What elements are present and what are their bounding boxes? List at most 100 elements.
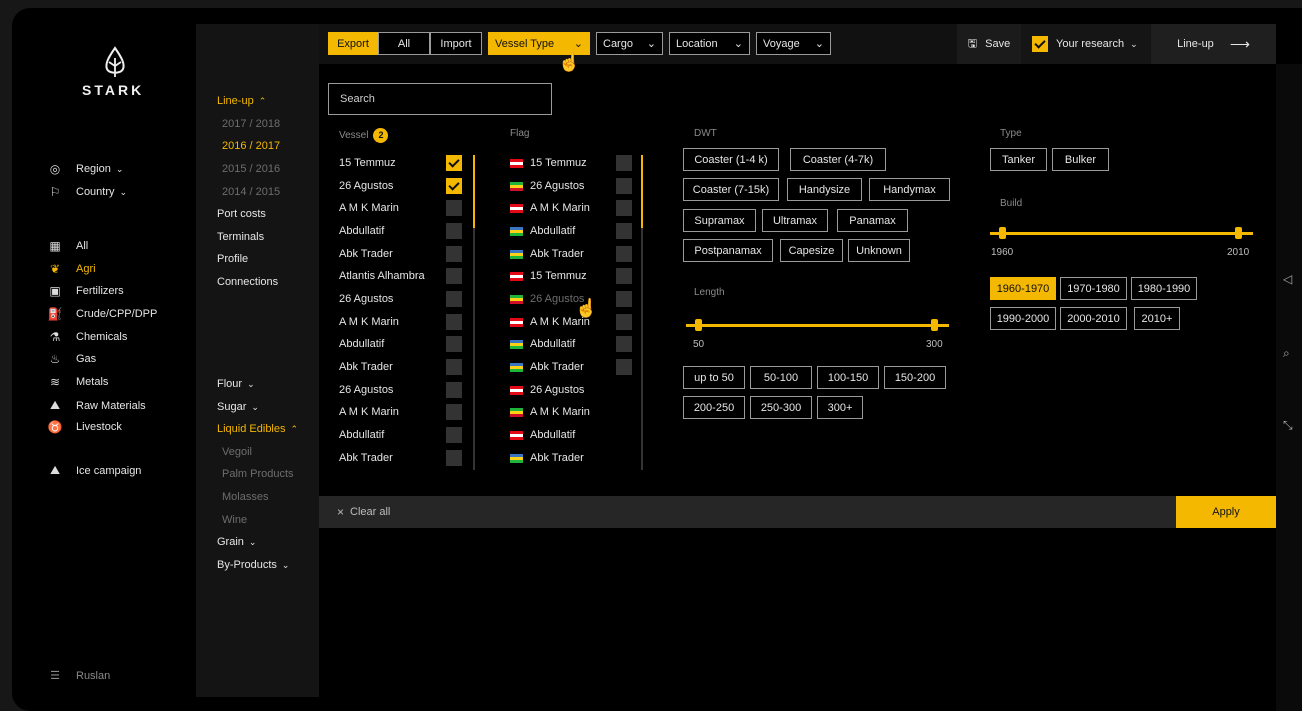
- cargo-dropdown[interactable]: Cargo ⌄: [596, 32, 663, 55]
- flag-checkbox[interactable]: [616, 359, 632, 375]
- vessel-item[interactable]: Abk Trader: [339, 245, 393, 263]
- subnav-vegoil[interactable]: Vegoil: [222, 446, 252, 458]
- flag-checkbox[interactable]: [616, 268, 632, 284]
- dwt-chip[interactable]: Coaster (1-4 k): [683, 148, 779, 171]
- build-chip-selected[interactable]: 1960-1970: [990, 277, 1056, 300]
- flag-scrollbar-thumb[interactable]: [641, 155, 643, 228]
- subnav-liquid-edibles[interactable]: Liquid Edibles ⌃: [217, 423, 298, 435]
- build-slider-track[interactable]: [990, 232, 1253, 235]
- your-research-dropdown[interactable]: Your research ⌄: [1021, 24, 1151, 64]
- length-slider-min-handle[interactable]: [695, 319, 702, 331]
- vessel-checkbox[interactable]: [446, 268, 462, 284]
- sidebar-item-all[interactable]: ▦ All: [46, 239, 88, 253]
- country-filter[interactable]: ⚐ Country ⌄: [46, 185, 127, 199]
- vessel-item[interactable]: 26 Agustos: [339, 177, 393, 195]
- vessel-item[interactable]: 26 Agustos: [339, 381, 393, 399]
- build-slider-max-handle[interactable]: [1235, 227, 1242, 239]
- flag-checkbox[interactable]: [616, 200, 632, 216]
- vessel-item[interactable]: Abk Trader: [339, 449, 393, 467]
- sidebar-item-ice-campaign[interactable]: ⛰ Ice campaign: [46, 463, 141, 478]
- flag-checkbox[interactable]: [616, 336, 632, 352]
- vessel-checkbox[interactable]: [446, 291, 462, 307]
- dwt-chip[interactable]: Coaster (7-15k): [683, 178, 779, 201]
- flag-item[interactable]: 15 Temmuz: [510, 154, 587, 172]
- vessel-checkbox[interactable]: [446, 314, 462, 330]
- vessel-item[interactable]: Abdullatif: [339, 426, 384, 444]
- sidebar-item-agri[interactable]: ❦ Agri: [46, 262, 96, 276]
- expand-icon[interactable]: ⤡: [1283, 418, 1293, 433]
- vessel-checkbox[interactable]: [446, 427, 462, 443]
- flag-item[interactable]: Abk Trader: [510, 245, 584, 263]
- flag-item[interactable]: 26 Agustos: [510, 290, 584, 308]
- dwt-chip[interactable]: Postpanamax: [683, 239, 773, 262]
- apply-button[interactable]: Apply: [1176, 496, 1276, 528]
- export-toggle[interactable]: Export: [328, 32, 378, 55]
- dwt-chip[interactable]: Handysize: [787, 178, 862, 201]
- flag-item[interactable]: Abk Trader: [510, 449, 584, 467]
- lineup-link[interactable]: Line-up ⟶: [1151, 24, 1276, 64]
- flag-checkbox[interactable]: [616, 291, 632, 307]
- subnav-port-costs[interactable]: Port costs: [217, 208, 266, 220]
- length-slider-max-handle[interactable]: [931, 319, 938, 331]
- length-chip[interactable]: 200-250: [683, 396, 745, 419]
- vessel-checkbox[interactable]: [446, 246, 462, 262]
- build-chip[interactable]: 1980-1990: [1131, 277, 1197, 300]
- vessel-item[interactable]: 26 Agustos: [339, 290, 393, 308]
- type-chip-bulker[interactable]: Bulker: [1052, 148, 1109, 171]
- dwt-chip[interactable]: Panamax: [837, 209, 908, 232]
- vessel-item[interactable]: Atlantis Alhambra: [339, 267, 425, 285]
- search-input[interactable]: [328, 83, 552, 115]
- subnav-connections[interactable]: Connections: [217, 276, 278, 288]
- vessel-checkbox[interactable]: [446, 336, 462, 352]
- flag-item[interactable]: 26 Agustos: [510, 177, 584, 195]
- sidebar-item-gas[interactable]: ♨ Gas: [46, 352, 97, 366]
- length-slider-track[interactable]: [686, 324, 949, 327]
- vessel-checkbox[interactable]: [446, 178, 462, 194]
- import-toggle[interactable]: Import: [430, 32, 482, 55]
- user-menu[interactable]: ☰ Ruslan: [46, 669, 110, 683]
- flag-item[interactable]: Abdullatif: [510, 222, 575, 240]
- vessel-checkbox[interactable]: [446, 155, 462, 171]
- flag-checkbox[interactable]: [616, 246, 632, 262]
- subnav-by-products[interactable]: By-Products ⌄: [217, 559, 289, 571]
- dwt-chip[interactable]: Capesize: [780, 239, 843, 262]
- length-chip[interactable]: 300+: [817, 396, 863, 419]
- vessel-checkbox[interactable]: [446, 450, 462, 466]
- dwt-chip[interactable]: Supramax: [683, 209, 756, 232]
- build-chip[interactable]: 2010+: [1134, 307, 1180, 330]
- vessel-checkbox[interactable]: [446, 382, 462, 398]
- vessel-scrollbar-thumb[interactable]: [473, 155, 475, 228]
- flag-item[interactable]: 26 Agustos: [510, 381, 584, 399]
- vessel-item[interactable]: Abdullatif: [339, 222, 384, 240]
- search-doc-icon[interactable]: ⌕: [1283, 346, 1290, 361]
- voyage-dropdown[interactable]: Voyage ⌄: [756, 32, 831, 55]
- all-toggle[interactable]: All: [378, 32, 430, 55]
- dwt-chip[interactable]: Coaster (4-7k): [790, 148, 886, 171]
- vessel-item[interactable]: A M K Marin: [339, 199, 399, 217]
- research-checkbox[interactable]: [1032, 36, 1048, 52]
- flag-item[interactable]: Abk Trader: [510, 358, 584, 376]
- vessel-checkbox[interactable]: [446, 404, 462, 420]
- flag-item[interactable]: A M K Marin: [510, 403, 590, 421]
- subnav-lineup[interactable]: Line-up ⌃: [217, 95, 266, 107]
- flag-item[interactable]: A M K Marin: [510, 199, 590, 217]
- subnav-profile[interactable]: Profile: [217, 253, 248, 265]
- sidebar-item-fertilizers[interactable]: ▣ Fertilizers: [46, 284, 123, 298]
- vessel-checkbox[interactable]: [446, 359, 462, 375]
- flag-checkbox[interactable]: [616, 314, 632, 330]
- vessel-checkbox[interactable]: [446, 200, 462, 216]
- vessel-item[interactable]: A M K Marin: [339, 403, 399, 421]
- length-chip[interactable]: 100-150: [817, 366, 879, 389]
- subnav-grain[interactable]: Grain ⌄: [217, 536, 256, 548]
- vessel-checkbox[interactable]: [446, 223, 462, 239]
- build-chip[interactable]: 2000-2010: [1060, 307, 1127, 330]
- sidebar-item-chemicals[interactable]: ⚗ Chemicals: [46, 330, 128, 344]
- location-dropdown[interactable]: Location ⌄: [669, 32, 750, 55]
- length-chip[interactable]: 150-200: [884, 366, 946, 389]
- save-button[interactable]: 🖫 Save: [957, 24, 1021, 64]
- subnav-palm-products[interactable]: Palm Products: [222, 468, 294, 480]
- year-item-selected[interactable]: 2016 / 2017: [222, 140, 280, 152]
- flag-item[interactable]: Abdullatif: [510, 426, 575, 444]
- clear-all-button[interactable]: × Clear all: [337, 505, 390, 519]
- type-chip-tanker[interactable]: Tanker: [990, 148, 1047, 171]
